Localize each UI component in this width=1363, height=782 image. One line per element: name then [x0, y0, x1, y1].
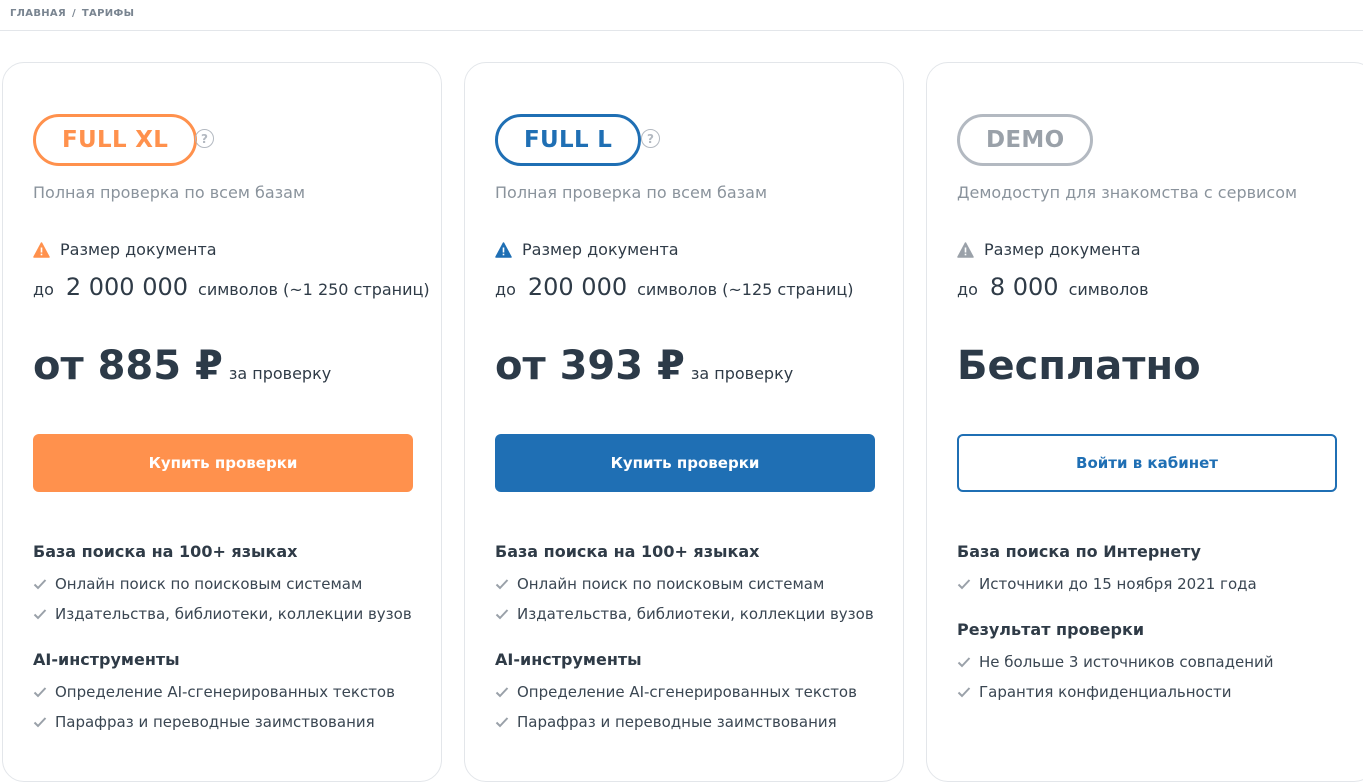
feature-group-title: AI-инструменты — [33, 650, 180, 669]
check-icon — [33, 717, 47, 728]
character-limit: до 8 000 символов — [957, 273, 1149, 301]
limit-value: 8 000 — [989, 273, 1059, 301]
feature-list: База поиска по Интернету Источники до 15… — [957, 541, 1357, 727]
feature-group: AI-инструменты Определение AI-сгенериров… — [33, 649, 433, 737]
warning-icon — [495, 241, 512, 258]
check-icon — [957, 687, 971, 698]
warning-icon — [957, 241, 974, 258]
feature-list: База поиска на 100+ языках Онлайн поиск … — [495, 541, 895, 757]
feature-item-label: Источники до 15 ноября 2021 года — [979, 575, 1257, 593]
feature-item: Не больше 3 источников совпадений — [957, 647, 1357, 677]
feature-item: Онлайн поиск по поисковым системам — [495, 569, 895, 599]
check-icon — [495, 609, 509, 620]
help-icon[interactable]: ? — [195, 129, 214, 148]
feature-group: AI-инструменты Определение AI-сгенериров… — [495, 649, 895, 737]
document-size-label: Размер документа — [984, 240, 1141, 259]
document-size-label: Размер документа — [522, 240, 679, 259]
warning-icon — [33, 241, 50, 258]
price: от 393 ₽ — [495, 343, 685, 389]
plan-name-badge: FULL L — [495, 114, 642, 166]
login-to-account-button[interactable]: Войти в кабинет — [957, 434, 1337, 492]
limit-prefix: до — [495, 280, 516, 299]
feature-item: Источники до 15 ноября 2021 года — [957, 569, 1357, 599]
feature-list: База поиска на 100+ языках Онлайн поиск … — [33, 541, 433, 757]
check-icon — [957, 579, 971, 590]
price-suffix: за проверку — [690, 364, 794, 383]
feature-item: Издательства, библиотеки, коллекции вузо… — [33, 599, 433, 629]
feature-item-label: Издательства, библиотеки, коллекции вузо… — [517, 605, 874, 623]
limit-suffix: символов (~125 страниц) — [637, 280, 854, 299]
price-row: Бесплатно — [957, 343, 1201, 389]
feature-item-label: Издательства, библиотеки, коллекции вузо… — [55, 605, 412, 623]
limit-suffix: символов — [1068, 280, 1149, 299]
feature-item-label: Онлайн поиск по поисковым системам — [55, 575, 363, 593]
character-limit: до 200 000 символов (~125 страниц) — [495, 273, 853, 301]
limit-prefix: до — [957, 280, 978, 299]
check-icon — [495, 579, 509, 590]
price-suffix: за проверку — [228, 364, 332, 383]
feature-item: Онлайн поиск по поисковым системам — [33, 569, 433, 599]
limit-value: 2 000 000 — [65, 273, 189, 301]
help-icon[interactable]: ? — [641, 129, 660, 148]
plan-card-full-xl: FULL XL ? Полная проверка по всем базам … — [2, 62, 442, 782]
document-size-label: Размер документа — [60, 240, 217, 259]
check-icon — [33, 609, 47, 620]
plan-name-badge: DEMO — [957, 114, 1094, 166]
feature-item-label: Онлайн поиск по поисковым системам — [517, 575, 825, 593]
feature-item: Издательства, библиотеки, коллекции вузо… — [495, 599, 895, 629]
check-icon — [33, 687, 47, 698]
feature-item: Гарантия конфиденциальности — [957, 677, 1357, 707]
feature-group-title: AI-инструменты — [495, 650, 642, 669]
feature-item-label: Определение AI-сгенерированных текстов — [517, 683, 857, 701]
limit-suffix: символов (~1 250 страниц) — [198, 280, 430, 299]
price: от 885 ₽ — [33, 343, 223, 389]
plan-name-badge: FULL XL — [33, 114, 198, 166]
feature-item-label: Парафраз и переводные заимствования — [517, 713, 837, 731]
document-size-row: Размер документа — [495, 240, 679, 259]
limit-value: 200 000 — [527, 273, 628, 301]
feature-item-label: Определение AI-сгенерированных текстов — [55, 683, 395, 701]
breadcrumb-current: ТАРИФЫ — [81, 8, 135, 19]
feature-item: Парафраз и переводные заимствования — [33, 707, 433, 737]
plan-subtitle: Полная проверка по всем базам — [495, 183, 768, 202]
breadcrumb-home-link[interactable]: ГЛАВНАЯ — [10, 8, 66, 19]
price: Бесплатно — [957, 343, 1201, 389]
feature-item-label: Не больше 3 источников совпадений — [979, 653, 1274, 671]
plan-subtitle: Демодоступ для знакомства с сервисом — [957, 183, 1298, 202]
check-icon — [33, 579, 47, 590]
breadcrumb-separator: / — [71, 8, 76, 19]
plan-card-full-l: FULL L ? Полная проверка по всем базам Р… — [464, 62, 904, 782]
feature-group-title: База поиска по Интернету — [957, 542, 1201, 561]
plan-card-demo: DEMO Демодоступ для знакомства с сервисо… — [926, 62, 1363, 782]
character-limit: до 2 000 000 символов (~1 250 страниц) — [33, 273, 430, 301]
buy-checks-button[interactable]: Купить проверки — [33, 434, 413, 492]
limit-prefix: до — [33, 280, 54, 299]
top-bar: ГЛАВНАЯ / ТАРИФЫ — [0, 0, 1363, 31]
feature-group-title: База поиска на 100+ языках — [495, 542, 760, 561]
feature-item: Парафраз и переводные заимствования — [495, 707, 895, 737]
feature-item: Определение AI-сгенерированных текстов — [495, 677, 895, 707]
feature-group: Результат проверки Не больше 3 источнико… — [957, 619, 1357, 707]
document-size-row: Размер документа — [33, 240, 217, 259]
check-icon — [495, 717, 509, 728]
feature-group-title: База поиска на 100+ языках — [33, 542, 298, 561]
feature-group: База поиска по Интернету Источники до 15… — [957, 541, 1357, 599]
plan-subtitle: Полная проверка по всем базам — [33, 183, 306, 202]
check-icon — [957, 657, 971, 668]
feature-group: База поиска на 100+ языках Онлайн поиск … — [495, 541, 895, 629]
feature-item: Определение AI-сгенерированных текстов — [33, 677, 433, 707]
feature-group-title: Результат проверки — [957, 620, 1145, 639]
buy-checks-button[interactable]: Купить проверки — [495, 434, 875, 492]
check-icon — [495, 687, 509, 698]
breadcrumb: ГЛАВНАЯ / ТАРИФЫ — [10, 8, 134, 19]
feature-item-label: Гарантия конфиденциальности — [979, 683, 1232, 701]
feature-item-label: Парафраз и переводные заимствования — [55, 713, 375, 731]
price-row: от 393 ₽ за проверку — [495, 343, 793, 389]
price-row: от 885 ₽ за проверку — [33, 343, 331, 389]
feature-group: База поиска на 100+ языках Онлайн поиск … — [33, 541, 433, 629]
document-size-row: Размер документа — [957, 240, 1141, 259]
